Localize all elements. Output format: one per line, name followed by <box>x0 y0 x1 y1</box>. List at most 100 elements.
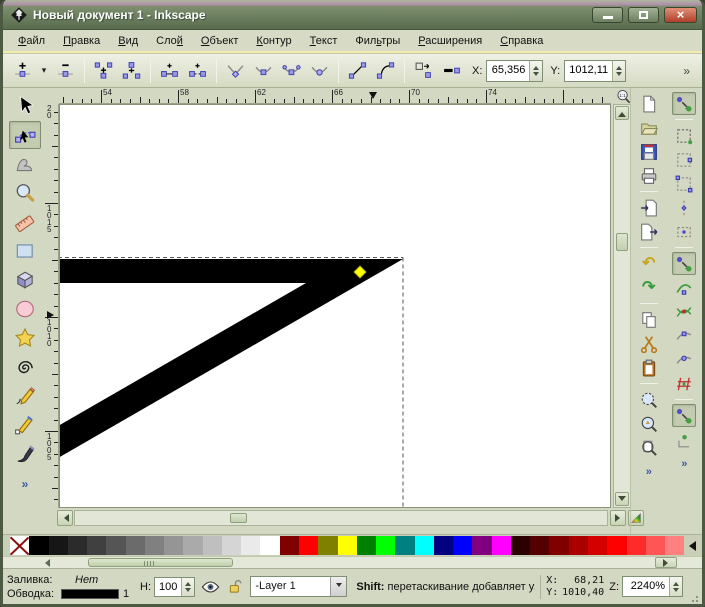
toolbar-overflow-button[interactable]: » <box>677 64 696 78</box>
delete-node-button[interactable] <box>52 57 79 84</box>
spinner-arrows[interactable] <box>669 577 682 596</box>
vertical-scroll-thumb[interactable] <box>616 233 628 251</box>
break-nodes-button[interactable] <box>118 57 145 84</box>
menu-item-5[interactable]: Контур <box>247 32 300 50</box>
snap-bounding-box-button[interactable] <box>672 124 696 147</box>
snap-bbox-edge-midpoints-button[interactable] <box>672 196 696 219</box>
join-nodes-button[interactable] <box>90 57 117 84</box>
make-smooth-node-button[interactable] <box>250 57 277 84</box>
open-button[interactable] <box>637 116 661 139</box>
zoom-input[interactable]: 2240% <box>622 576 683 597</box>
swatch-aa0000[interactable] <box>568 536 588 555</box>
close-button[interactable]: × <box>664 6 697 23</box>
swatch-008000[interactable] <box>356 536 377 555</box>
swatch-6b6b6b[interactable] <box>125 536 145 555</box>
menu-item-4[interactable]: Объект <box>192 32 247 50</box>
swatch-eaeaea[interactable] <box>241 536 261 555</box>
layer-selector[interactable]: -Layer 1 <box>250 576 348 597</box>
tool-spiral-button[interactable] <box>9 353 41 381</box>
insert-node-button[interactable] <box>9 57 36 84</box>
tool-pen-button[interactable] <box>9 411 41 439</box>
spinner-arrows[interactable] <box>181 577 195 596</box>
snap-midpoints-button[interactable] <box>672 372 696 395</box>
swatch-ffffff[interactable] <box>260 536 280 555</box>
snap-bbox-edges-button[interactable] <box>672 148 696 171</box>
tool-selector-button[interactable] <box>9 92 41 120</box>
tool-box-3d-button[interactable] <box>9 266 41 294</box>
resize-grip[interactable] <box>688 592 698 602</box>
scroll-right-button[interactable] <box>610 510 626 526</box>
join-with-segment-button[interactable] <box>156 57 183 84</box>
snap-bbox-corners-button[interactable] <box>672 172 696 195</box>
snap-bbox-centers-button[interactable] <box>672 220 696 243</box>
toolbox-overflow-button[interactable]: » <box>22 477 29 491</box>
layer-lock-toggle[interactable] <box>225 579 245 595</box>
paste-button[interactable] <box>637 356 661 379</box>
menu-item-8[interactable]: Расширения <box>409 32 491 50</box>
zoom-page-button[interactable] <box>637 436 661 459</box>
horizontal-scrollbar[interactable] <box>74 510 608 526</box>
swatch-00ffff[interactable] <box>414 536 434 555</box>
swatch-ff2a2a[interactable] <box>626 536 646 555</box>
palette-scroll-left-icon[interactable] <box>41 559 50 567</box>
swatch-800000[interactable] <box>549 536 569 555</box>
vertical-scrollbar[interactable] <box>613 104 631 508</box>
menu-item-2[interactable]: Вид <box>109 32 147 50</box>
swatch-ff8080[interactable] <box>665 536 685 555</box>
snap-cusp-nodes-button[interactable] <box>672 324 696 347</box>
snap-overflow-button[interactable]: » <box>681 458 687 470</box>
swatch-555555[interactable] <box>106 536 126 555</box>
undo-button[interactable]: ↶ <box>637 252 661 275</box>
snap-others-button[interactable] <box>672 404 697 427</box>
swatch-d5d5d5[interactable] <box>221 536 242 555</box>
tool-tweak-button[interactable] <box>9 150 41 178</box>
swatch-959595[interactable] <box>164 536 184 555</box>
tool-zoom-button[interactable] <box>9 179 41 207</box>
swatch-000000[interactable] <box>29 536 49 555</box>
make-corner-node-button[interactable] <box>222 57 249 84</box>
swatch-000080[interactable] <box>433 536 454 555</box>
swatch-161616[interactable] <box>48 536 68 555</box>
tool-rectangle-button[interactable] <box>9 237 41 265</box>
menu-item-0[interactable]: Файл <box>9 32 54 50</box>
fill-stroke-indicator[interactable]: Заливка: Нет Обводка: 1 <box>7 574 135 600</box>
snap-path-intersections-button[interactable] <box>672 300 696 323</box>
swatch-ff00ff[interactable] <box>491 536 511 555</box>
menu-item-9[interactable]: Справка <box>491 32 552 50</box>
tool-calligraphy-button[interactable] <box>9 440 41 468</box>
spinner-arrows[interactable] <box>612 60 626 81</box>
swatch-ffff00[interactable] <box>337 536 357 555</box>
swatch-2b0000[interactable] <box>510 536 531 555</box>
palette-scroll-thumb[interactable] <box>88 558 233 567</box>
swatch-ff0000[interactable] <box>607 536 627 555</box>
copy-button[interactable] <box>637 308 661 331</box>
swatch-none[interactable] <box>10 536 30 555</box>
stroke-color-swatch[interactable] <box>61 588 119 599</box>
swatch-808080[interactable] <box>144 536 165 555</box>
restore-button[interactable] <box>628 6 659 23</box>
make-symmetric-node-button[interactable] <box>278 57 305 84</box>
spinner-arrows[interactable] <box>529 60 543 81</box>
snap-to-paths-button[interactable] <box>672 276 696 299</box>
path-shape[interactable] <box>60 259 403 458</box>
make-auto-node-button[interactable] <box>306 57 333 84</box>
tool-pencil-button[interactable] <box>9 382 41 410</box>
scroll-down-button[interactable] <box>615 492 629 506</box>
menu-item-1[interactable]: Правка <box>54 32 109 50</box>
menu-item-7[interactable]: Фильтры <box>346 32 409 50</box>
swatch-008080[interactable] <box>395 536 415 555</box>
object-to-path-button[interactable] <box>410 57 437 84</box>
layer-dropdown-button[interactable] <box>330 577 347 596</box>
snap-enable-button[interactable] <box>672 92 697 115</box>
stroke-to-path-button[interactable] <box>438 57 465 84</box>
delete-segment-button[interactable] <box>184 57 211 84</box>
layer-visibility-toggle[interactable] <box>200 579 220 595</box>
minimize-button[interactable] <box>592 6 623 23</box>
opacity-input[interactable]: 100 <box>154 576 196 597</box>
new-document-button[interactable] <box>637 92 661 115</box>
swatch-d40000[interactable] <box>587 536 608 555</box>
redo-button[interactable]: ↷ <box>637 276 661 299</box>
export-button[interactable] <box>637 220 661 243</box>
menu-item-3[interactable]: Слой <box>147 32 192 50</box>
palette-scroll-right-button[interactable] <box>655 557 677 568</box>
